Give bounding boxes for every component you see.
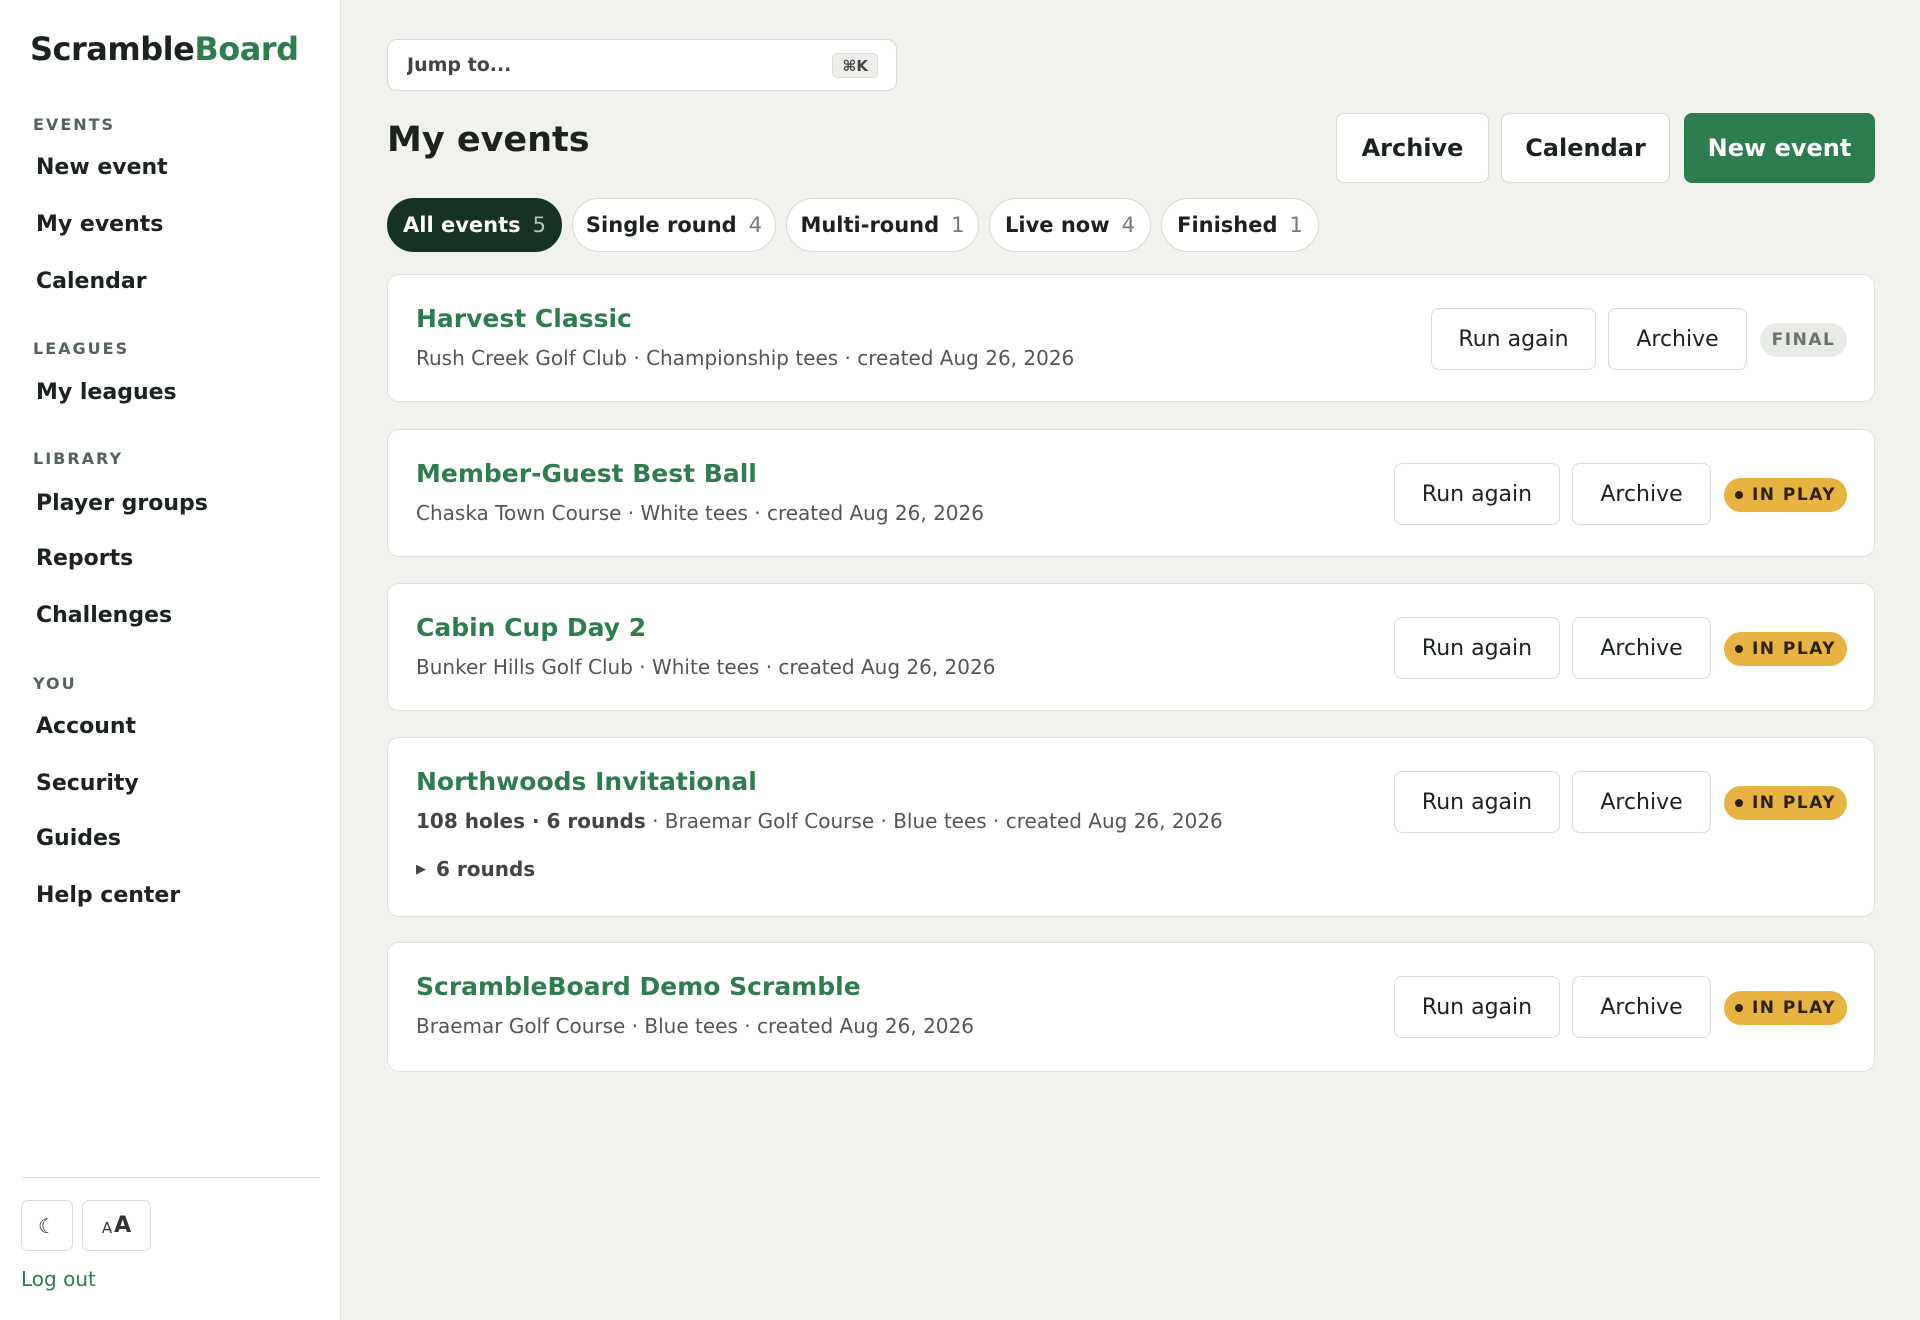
archive-button[interactable]: Archive <box>1572 463 1711 525</box>
run-again-button[interactable]: Run again <box>1394 617 1560 679</box>
status-label: FINAL <box>1771 330 1836 350</box>
event-card: ScrambleBoard Demo Scramble Braemar Golf… <box>387 942 1875 1072</box>
sidebar-item-my-events[interactable]: My events <box>36 212 163 237</box>
app-logo[interactable]: ScrambleBoard <box>30 30 299 68</box>
event-title[interactable]: ScrambleBoard Demo Scramble <box>416 972 861 1001</box>
filter-single-round[interactable]: Single round 4 <box>572 198 776 252</box>
status-label: IN PLAY <box>1751 485 1837 505</box>
moon-icon: ☾ <box>38 1213 56 1238</box>
live-dot-icon <box>1734 1004 1743 1012</box>
disclosure-triangle-icon: ▶ <box>416 861 426 877</box>
status-badge: FINAL <box>1760 323 1847 357</box>
live-dot-icon <box>1734 491 1743 499</box>
sidebar-section-leagues: LEAGUES <box>33 339 130 358</box>
live-dot-icon <box>1734 799 1743 807</box>
status-badge: IN PLAY <box>1724 632 1847 666</box>
archive-button[interactable]: Archive <box>1572 617 1711 679</box>
sidebar-item-security[interactable]: Security <box>36 771 139 796</box>
filter-count: 5 <box>532 213 546 237</box>
sidebar-item-account[interactable]: Account <box>36 714 136 739</box>
filter-count: 4 <box>748 213 763 237</box>
theme-toggle-button[interactable]: ☾ <box>21 1200 73 1251</box>
filter-label: Live now <box>1005 213 1110 237</box>
status-label: IN PLAY <box>1751 793 1837 813</box>
event-meta-holes: 108 holes · 6 rounds <box>416 809 646 833</box>
rounds-toggle[interactable]: ▶ 6 rounds <box>416 857 535 881</box>
filter-live-now[interactable]: Live now 4 <box>989 198 1151 252</box>
new-event-button[interactable]: New event <box>1684 113 1875 183</box>
event-meta: Chaska Town Course · White tees · create… <box>416 501 984 525</box>
run-again-button[interactable]: Run again <box>1394 771 1560 833</box>
sidebar-section-you: YOU <box>33 674 77 693</box>
status-badge: IN PLAY <box>1724 478 1847 512</box>
sidebar-item-player-groups[interactable]: Player groups <box>36 491 208 516</box>
shortcut-hint: ⌘K <box>832 53 878 78</box>
event-card: Northwoods Invitational 108 holes · 6 ro… <box>387 737 1875 917</box>
filter-count: 1 <box>951 213 965 237</box>
rounds-toggle-label: 6 rounds <box>436 857 536 881</box>
sidebar-item-guides[interactable]: Guides <box>36 826 121 851</box>
calendar-view-button[interactable]: Calendar <box>1501 113 1670 183</box>
filter-label: All events <box>403 213 521 237</box>
filter-label: Single round <box>585 213 737 237</box>
status-badge: IN PLAY <box>1724 786 1847 820</box>
page-title: My events <box>387 120 590 160</box>
sidebar-item-my-leagues[interactable]: My leagues <box>36 380 177 405</box>
filter-label: Finished <box>1177 213 1278 237</box>
sidebar-item-calendar[interactable]: Calendar <box>36 269 147 294</box>
logo-accent: Board <box>194 30 299 68</box>
logo-primary: Scramble <box>30 30 195 68</box>
font-large-icon: A <box>114 1213 132 1238</box>
live-dot-icon <box>1734 645 1743 653</box>
run-again-button[interactable]: Run again <box>1394 463 1560 525</box>
event-meta-details: · Braemar Golf Course · Blue tees · crea… <box>645 809 1223 833</box>
filter-multi-round[interactable]: Multi-round 1 <box>786 198 979 252</box>
logout-link[interactable]: Log out <box>21 1267 96 1291</box>
event-title[interactable]: Harvest Classic <box>416 304 632 333</box>
event-title[interactable]: Northwoods Invitational <box>416 767 757 796</box>
event-title[interactable]: Cabin Cup Day 2 <box>416 613 646 642</box>
run-again-button[interactable]: Run again <box>1431 308 1596 370</box>
status-badge: IN PLAY <box>1724 991 1847 1025</box>
sidebar-item-challenges[interactable]: Challenges <box>36 603 172 628</box>
filter-label: Multi-round <box>800 213 940 237</box>
filter-finished[interactable]: Finished 1 <box>1161 198 1319 252</box>
font-small-icon: A <box>101 1219 113 1237</box>
font-size-button[interactable]: AA <box>82 1200 151 1251</box>
filter-count: 1 <box>1289 213 1303 237</box>
archive-button[interactable]: Archive <box>1608 308 1747 370</box>
event-card: Cabin Cup Day 2 Bunker Hills Golf Club ·… <box>387 583 1875 711</box>
status-label: IN PLAY <box>1751 998 1837 1018</box>
archive-button[interactable]: Archive <box>1572 771 1711 833</box>
sidebar-section-library: LIBRARY <box>33 449 124 468</box>
sidebar-section-events: EVENTS <box>33 115 116 134</box>
sidebar-divider <box>21 1177 320 1178</box>
event-meta: Bunker Hills Golf Club · White tees · cr… <box>416 655 996 679</box>
sidebar: ScrambleBoard EVENTS New event My events… <box>0 0 341 1320</box>
sidebar-item-reports[interactable]: Reports <box>36 546 133 571</box>
event-meta: Rush Creek Golf Club · Championship tees… <box>416 346 1075 370</box>
run-again-button[interactable]: Run again <box>1394 976 1560 1038</box>
event-meta: 108 holes · 6 rounds · Braemar Golf Cour… <box>416 809 1223 833</box>
status-label: IN PLAY <box>1751 639 1837 659</box>
jump-to-input[interactable] <box>388 40 896 90</box>
archive-button[interactable]: Archive <box>1572 976 1711 1038</box>
filter-count: 4 <box>1121 213 1135 237</box>
event-title[interactable]: Member-Guest Best Ball <box>416 459 757 488</box>
sidebar-item-new-event[interactable]: New event <box>36 155 168 180</box>
jump-to-search[interactable]: ⌘K <box>387 39 897 91</box>
sidebar-item-help-center[interactable]: Help center <box>36 883 180 908</box>
archive-view-button[interactable]: Archive <box>1336 113 1489 183</box>
event-meta: Braemar Golf Course · Blue tees · create… <box>416 1014 974 1038</box>
event-card: Harvest Classic Rush Creek Golf Club · C… <box>387 274 1875 402</box>
filter-all-events[interactable]: All events 5 <box>387 198 562 252</box>
event-card: Member-Guest Best Ball Chaska Town Cours… <box>387 429 1875 557</box>
